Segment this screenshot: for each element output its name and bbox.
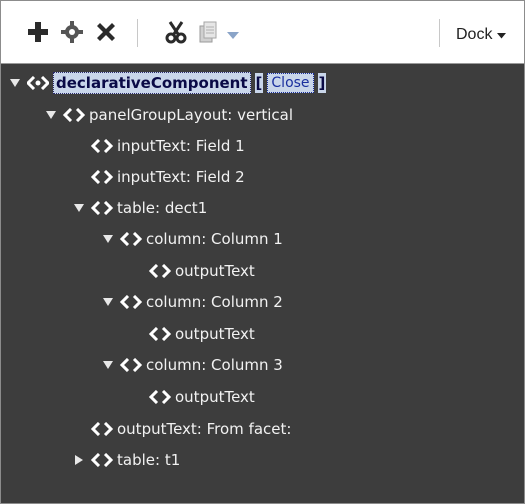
tree-node-label: column: Column 2 [146, 293, 283, 311]
open-bracket: [ [254, 73, 264, 93]
structure-tree: declarativeComponent [ Close ] panelGrou… [1, 64, 524, 503]
tag-icon [149, 389, 171, 405]
tree-node-label: inputText: Field 2 [117, 168, 245, 186]
add-button[interactable] [23, 19, 53, 49]
tree-node[interactable]: outputText: From facet: [91, 415, 291, 443]
toolbar-separator [439, 19, 440, 47]
tree-node-label: panelGroupLayout: vertical [89, 106, 294, 124]
tag-icon [120, 294, 142, 310]
expand-triangle-icon[interactable] [102, 296, 114, 308]
settings-button[interactable] [57, 19, 87, 49]
delete-icon [93, 19, 119, 49]
tree-node[interactable]: column: Column 1 [102, 225, 283, 253]
tree-node[interactable]: inputText: Field 2 [91, 163, 245, 191]
tree-node[interactable]: panelGroupLayout: vertical [45, 101, 293, 129]
tree-node[interactable]: inputText: Field 1 [91, 132, 245, 160]
component-tag-icon [27, 75, 49, 91]
tree-node-label: table: t1 [117, 451, 181, 469]
expand-triangle-icon[interactable] [73, 202, 85, 214]
tree-node[interactable]: table: t1 [73, 446, 180, 474]
tree-node[interactable]: outputText [149, 320, 255, 348]
structure-window: Dock declarativeComponent [ Close ] pane… [0, 0, 525, 504]
tag-icon [63, 107, 85, 123]
tree-node[interactable]: column: Column 2 [102, 288, 283, 316]
expand-triangle-icon[interactable] [9, 77, 21, 89]
tag-icon [120, 231, 142, 247]
copy-button[interactable] [193, 19, 223, 49]
expand-triangle-icon[interactable] [102, 233, 114, 245]
cut-icon [163, 19, 189, 49]
toolbar: Dock [1, 1, 524, 64]
dock-label: Dock [456, 26, 493, 43]
chevron-down-icon [497, 26, 507, 44]
tree-node[interactable]: outputText [149, 257, 255, 285]
copy-icon [195, 19, 221, 49]
tree-node-label: table: dect1 [117, 199, 208, 217]
dropdown-arrow-icon [226, 25, 240, 44]
cut-button[interactable] [161, 19, 191, 49]
expand-triangle-icon[interactable] [45, 109, 57, 121]
tree-node[interactable]: column: Column 3 [102, 351, 283, 379]
tag-icon [149, 326, 171, 342]
expand-triangle-icon[interactable] [102, 359, 114, 371]
tree-root-node[interactable]: declarativeComponent [ Close ] [9, 69, 330, 97]
tag-icon [91, 138, 113, 154]
toolbar-separator [137, 19, 138, 47]
dock-menu-button[interactable]: Dock [456, 26, 507, 44]
tree-node-label: inputText: Field 1 [117, 137, 245, 155]
settings-icon [59, 19, 85, 49]
collapse-triangle-icon[interactable] [73, 454, 85, 466]
tag-icon [91, 452, 113, 468]
tag-icon [120, 357, 142, 373]
delete-button[interactable] [91, 19, 121, 49]
close-link[interactable]: Close [267, 73, 314, 93]
tag-icon [91, 200, 113, 216]
tag-icon [91, 169, 113, 185]
tree-node-label: column: Column 3 [146, 356, 283, 374]
tag-icon [149, 263, 171, 279]
tree-node-label: outputText [175, 388, 255, 406]
tree-node-label: outputText: From facet: [117, 420, 292, 438]
add-icon [25, 19, 51, 49]
tree-node-label: column: Column 1 [146, 230, 283, 248]
tree-node[interactable]: table: dect1 [73, 194, 207, 222]
copy-dropdown-button[interactable] [223, 19, 243, 49]
tree-node-label: outputText [175, 262, 255, 280]
tree-node-label: outputText [175, 325, 255, 343]
tag-icon [91, 421, 113, 437]
tree-root-label[interactable]: declarativeComponent [53, 72, 251, 94]
tree-node[interactable]: outputText [149, 383, 255, 411]
close-bracket: ] [317, 73, 327, 93]
